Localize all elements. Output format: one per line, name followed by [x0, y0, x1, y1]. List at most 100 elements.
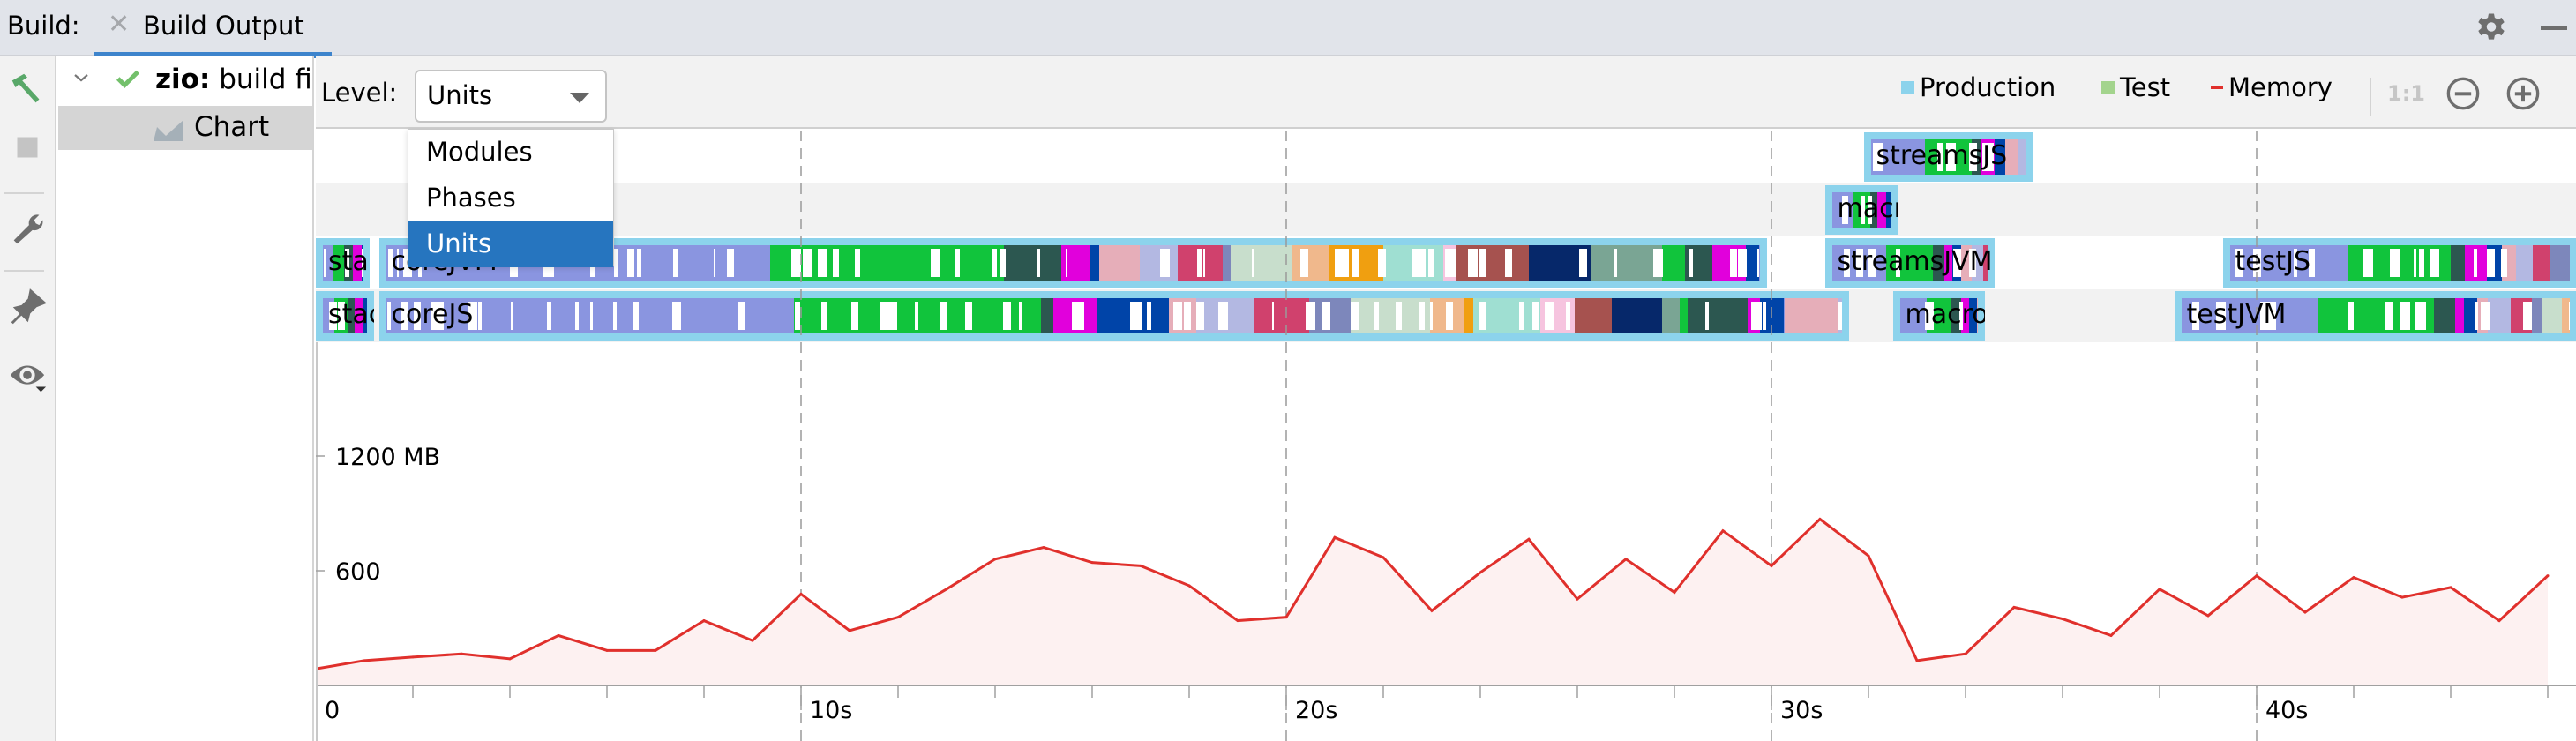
idle-gap — [2474, 302, 2479, 330]
phase-segment — [2455, 298, 2465, 333]
idle-gap — [613, 302, 617, 330]
y-tick-label: 1200 MB — [335, 444, 440, 471]
dropdown-option-units[interactable]: Units — [408, 221, 613, 267]
idle-gap — [575, 302, 580, 330]
phase-segment — [1090, 245, 1099, 281]
left-toolbar — [0, 56, 56, 741]
idle-gap — [2415, 302, 2426, 330]
idle-gap — [915, 302, 919, 330]
x-tick-label: 0 — [325, 697, 340, 724]
memory-point — [1673, 590, 1676, 594]
zoom-out-icon[interactable] — [2445, 76, 2481, 111]
gantt-bar[interactable]: testJVM — [2174, 291, 2576, 341]
chart-label: Chart — [194, 111, 270, 143]
gear-icon[interactable] — [2475, 12, 2507, 44]
zoom-in-icon[interactable] — [2505, 76, 2541, 111]
memory-point — [2449, 586, 2452, 589]
level-select-value: Units — [427, 80, 493, 110]
phase-segment — [2017, 139, 2026, 175]
gantt-bar[interactable]: stac... — [316, 291, 374, 341]
gantt-bar-label: streamsJS — [1876, 140, 2008, 171]
phase-segment — [1687, 298, 1748, 333]
close-icon[interactable]: ✕ — [108, 9, 130, 40]
gantt-bar[interactable]: macrosJVM — [1824, 185, 1898, 235]
idle-gap — [1252, 249, 1255, 277]
gantt-bar[interactable]: stack... — [316, 238, 370, 288]
pin-icon[interactable] — [7, 288, 48, 328]
idle-gap — [477, 302, 483, 330]
memory-point — [896, 616, 900, 619]
memory-point — [2400, 595, 2404, 599]
idle-gap — [1183, 302, 1192, 330]
memory-point — [848, 629, 851, 632]
memory-point — [2061, 618, 2064, 621]
idle-gap — [626, 249, 635, 277]
eye-icon[interactable] — [7, 356, 48, 397]
idle-gap — [730, 249, 735, 277]
phase-segment — [2542, 298, 2562, 333]
memory-point — [557, 633, 560, 637]
memory-chart: 0 10s 20s 30s 40s 600 1200 MB — [316, 342, 2576, 741]
idle-gap — [323, 249, 327, 277]
reset-zoom-button[interactable]: 1:1 — [2387, 81, 2425, 106]
dropdown-option-modules[interactable]: Modules — [408, 130, 613, 176]
level-select[interactable]: Units — [415, 70, 607, 123]
gantt-bar[interactable]: streamsJS — [1863, 132, 2033, 182]
stop-icon[interactable] — [7, 127, 48, 168]
idle-gap — [633, 302, 639, 330]
idle-gap — [1751, 302, 1762, 330]
idle-gap — [1396, 302, 1402, 330]
idle-gap — [2348, 302, 2355, 330]
gantt-bar[interactable]: coreJS — [378, 291, 1849, 341]
memory-point — [1867, 554, 1870, 558]
wrench-icon[interactable] — [7, 208, 48, 249]
idle-gap — [2474, 249, 2477, 277]
tree-row-chart[interactable]: Chart — [58, 106, 312, 150]
legend-memory: Memory — [2211, 72, 2333, 102]
idle-gap — [1130, 302, 1136, 330]
x-tick-label: 40s — [2265, 697, 2308, 724]
idle-gap — [2418, 249, 2425, 277]
idle-gap — [1072, 302, 1079, 330]
idle-gap — [672, 249, 678, 277]
phase-segment — [1041, 298, 1053, 333]
memory-point — [751, 639, 754, 642]
idle-gap — [2486, 249, 2495, 277]
idle-gap — [2363, 249, 2373, 277]
gantt-bar-phases — [386, 298, 1842, 333]
tree-row-build[interactable]: zio: build fi — [58, 58, 312, 102]
memory-point — [1964, 652, 1967, 655]
idle-gap — [1272, 302, 1275, 330]
chevron-down-icon[interactable] — [71, 67, 92, 88]
idle-gap — [2385, 302, 2393, 330]
x-tick-label: 30s — [1780, 697, 1823, 724]
memory-point — [2303, 610, 2307, 614]
idle-gap — [1419, 302, 1425, 330]
gantt-lane — [316, 183, 2576, 236]
memory-point — [1284, 616, 1288, 619]
idle-gap — [1134, 302, 1143, 330]
gantt-bar[interactable]: streamsJVM — [1824, 238, 1995, 288]
minimize-icon[interactable] — [2541, 26, 2567, 30]
idle-gap — [1738, 249, 1747, 277]
gantt-bar[interactable]: macrosJS — [1892, 291, 1985, 341]
idle-gap — [850, 302, 858, 330]
idle-gap — [2503, 249, 2508, 277]
dropdown-option-phases[interactable]: Phases — [408, 176, 613, 221]
memory-point — [460, 652, 463, 655]
memory-point — [654, 648, 657, 652]
tab-label: Build Output — [143, 11, 304, 41]
idle-gap — [1195, 302, 1204, 330]
memory-point — [1139, 564, 1142, 567]
idle-gap — [510, 302, 513, 330]
dropdown-arrow-icon — [570, 93, 589, 103]
memory-point — [2497, 619, 2501, 623]
hammer-icon[interactable] — [7, 69, 48, 109]
idle-gap — [818, 249, 827, 277]
idle-gap — [1218, 302, 1229, 330]
idle-gap — [1427, 249, 1435, 277]
tab-build-output[interactable]: ✕ Build Output — [94, 0, 332, 58]
idle-gap — [671, 302, 681, 330]
idle-gap — [2389, 249, 2400, 277]
gantt-bar[interactable]: testJS — [2222, 238, 2576, 288]
